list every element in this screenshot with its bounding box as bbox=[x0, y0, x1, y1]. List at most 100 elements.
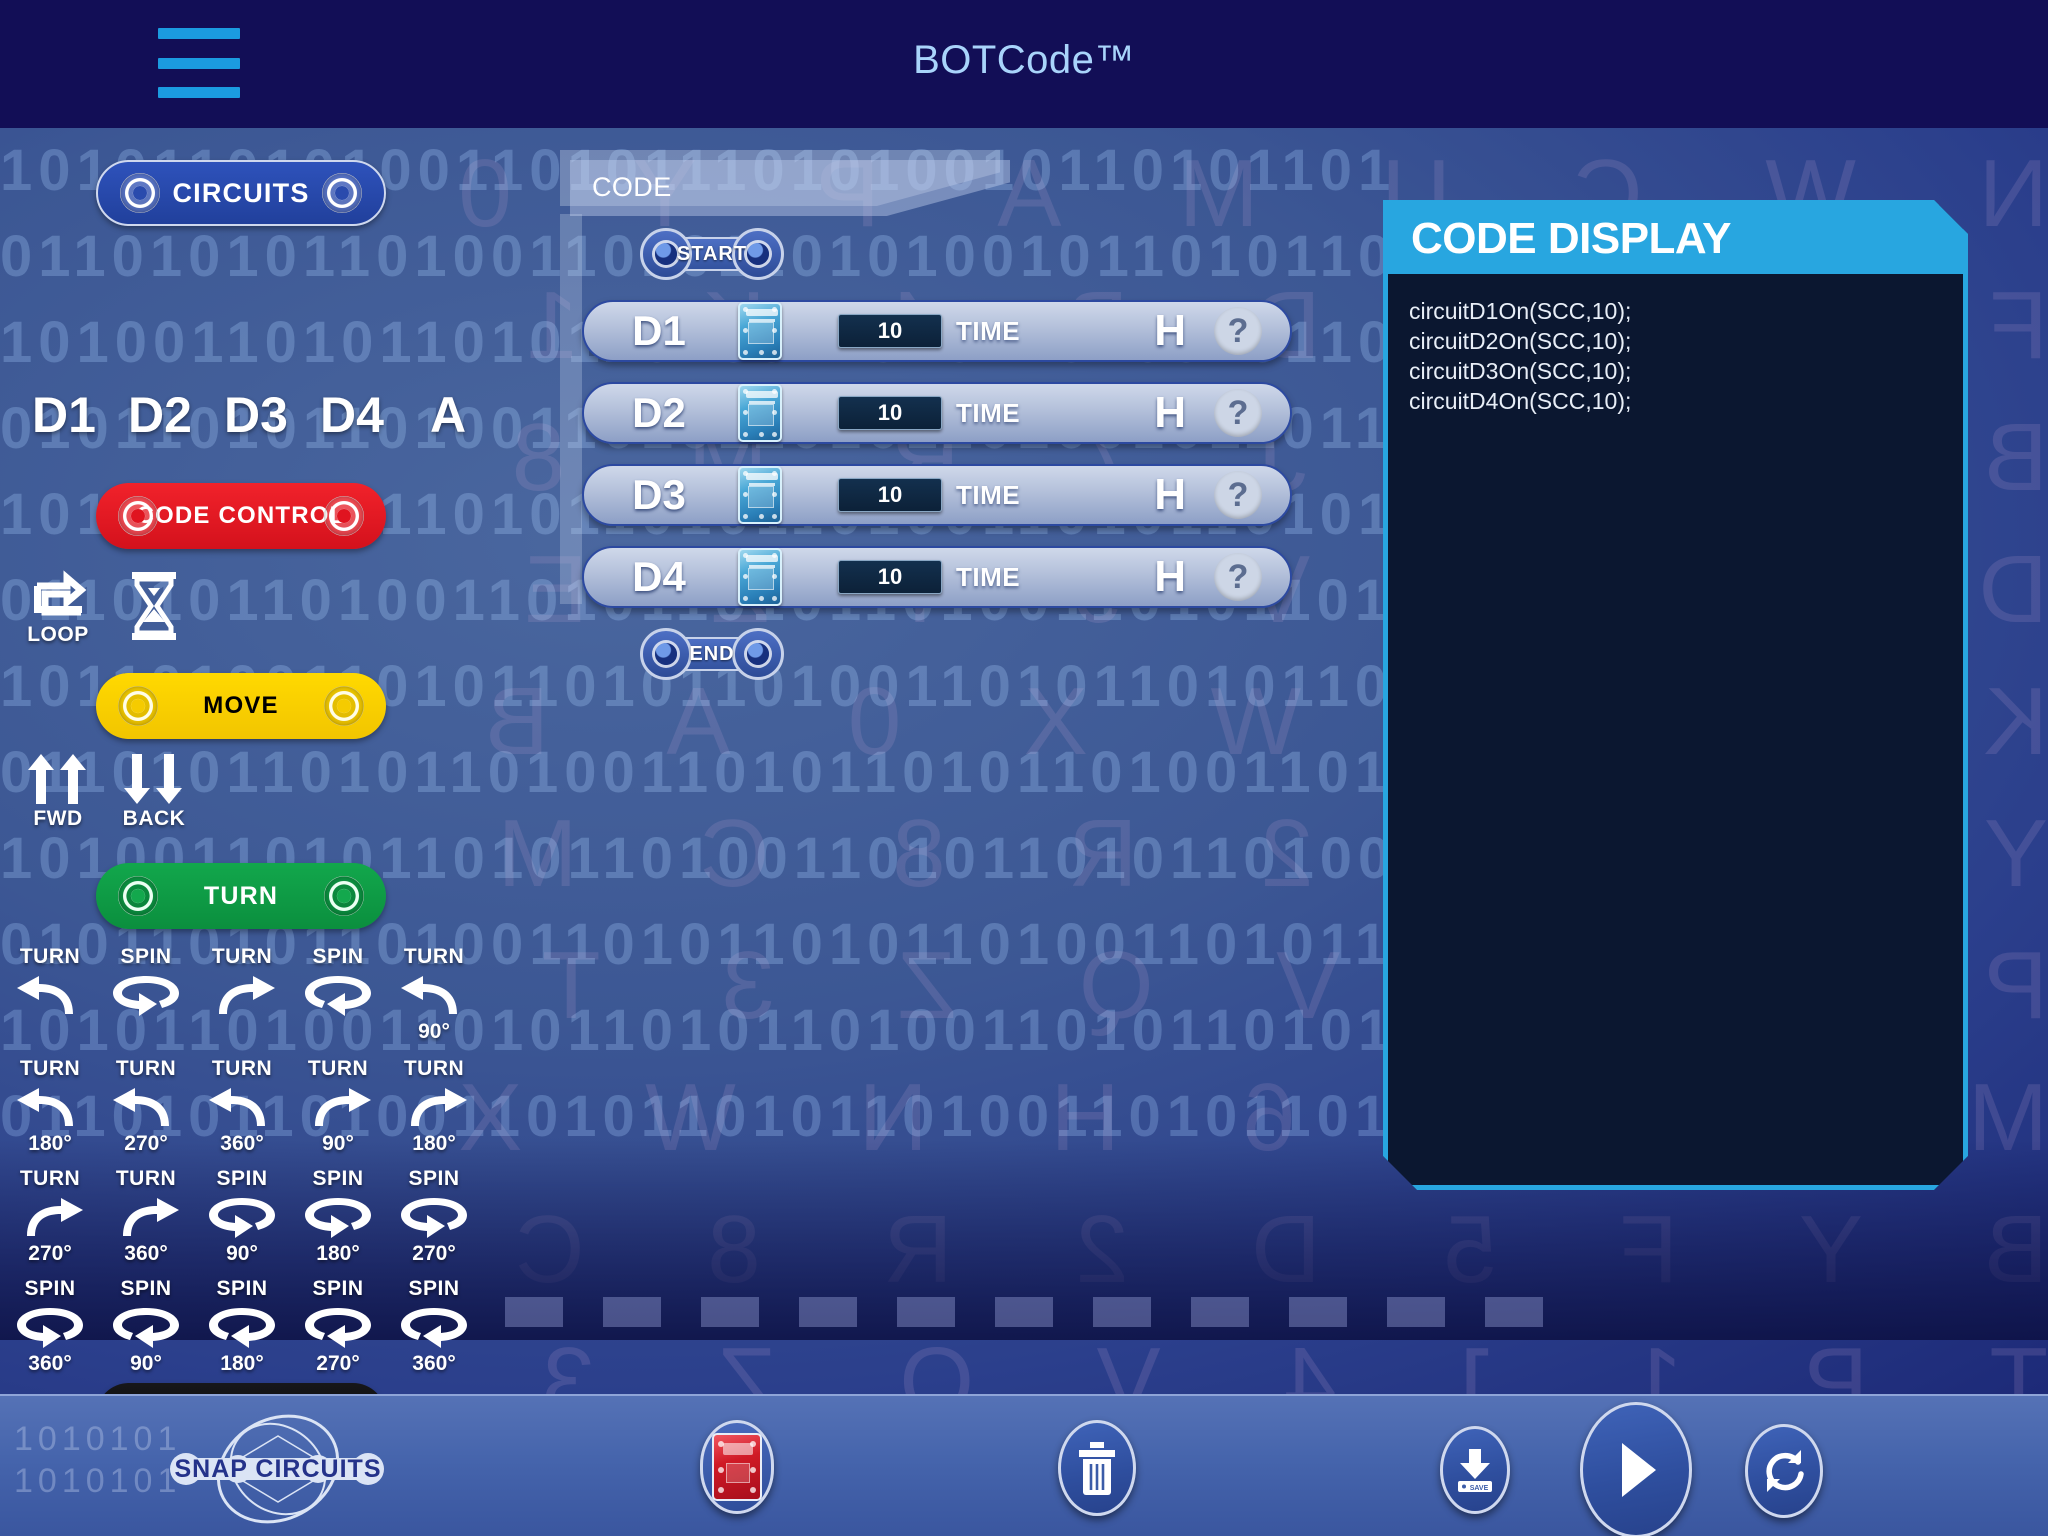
turn-left-icon bbox=[209, 1088, 265, 1126]
command-row-name: D1 bbox=[632, 307, 686, 354]
time-label: TIME bbox=[956, 479, 1021, 510]
time-value-field[interactable]: 10 bbox=[838, 314, 942, 348]
hold-flag[interactable]: H bbox=[1154, 306, 1186, 356]
command-row-name: D3 bbox=[632, 471, 686, 518]
turn-tool-3[interactable]: TURN bbox=[194, 946, 290, 1044]
command-row-d4[interactable]: D4 10 TIME H? bbox=[582, 546, 1292, 608]
circuit-card-icon bbox=[738, 302, 782, 360]
turn-tool-caption: SPIN bbox=[312, 1167, 364, 1190]
trash-button[interactable] bbox=[1058, 1420, 1136, 1516]
refresh-button[interactable] bbox=[1745, 1424, 1823, 1518]
timer-tool[interactable] bbox=[106, 568, 202, 646]
turn-tool-8[interactable]: TURN 360° bbox=[194, 1058, 290, 1156]
turn-tool-5[interactable]: TURN 90° bbox=[386, 946, 482, 1044]
turn-tool-12[interactable]: TURN 360° bbox=[98, 1168, 194, 1266]
turn-tool-caption: SPIN bbox=[408, 1167, 460, 1190]
circuit-tab-d1[interactable]: D1 bbox=[16, 386, 112, 444]
move-icon-row: FWD BACK bbox=[10, 748, 202, 830]
turn-tool-15[interactable]: SPIN 270° bbox=[386, 1168, 482, 1266]
turn-tool-9[interactable]: TURN 90° bbox=[290, 1058, 386, 1156]
hold-flag[interactable]: H bbox=[1154, 388, 1186, 438]
bottom-toolbar: 1010101 1010101 SNAP CIRCUITS SAVE bbox=[0, 1394, 2048, 1536]
time-value-field[interactable]: 10 bbox=[838, 396, 942, 430]
help-icon[interactable]: ? bbox=[1214, 553, 1262, 601]
turn-tool-degrees: 360° bbox=[220, 1132, 264, 1155]
help-icon[interactable]: ? bbox=[1214, 389, 1262, 437]
turn-tool-degrees: 90° bbox=[130, 1352, 162, 1375]
code-tab-label: CODE bbox=[592, 172, 672, 202]
circuit-tab-a[interactable]: A bbox=[400, 386, 496, 444]
turn-right-icon bbox=[411, 1088, 467, 1126]
turn-tool-caption: SPIN bbox=[312, 945, 364, 968]
command-row-name: D2 bbox=[632, 389, 686, 436]
turn-tool-caption: TURN bbox=[19, 1057, 81, 1080]
snap-circuits-logo: SNAP CIRCUITS bbox=[128, 1414, 428, 1524]
play-button[interactable] bbox=[1580, 1402, 1692, 1536]
red-module-icon bbox=[712, 1433, 762, 1501]
time-value-field[interactable]: 10 bbox=[838, 560, 942, 594]
svg-text:SNAP CIRCUITS: SNAP CIRCUITS bbox=[174, 1455, 381, 1483]
turn-tool-caption: TURN bbox=[211, 945, 273, 968]
turn-tool-14[interactable]: SPIN 180° bbox=[290, 1168, 386, 1266]
turn-button[interactable]: TURN bbox=[96, 863, 386, 929]
hold-flag[interactable]: H bbox=[1154, 470, 1186, 520]
circuit-tab-d3[interactable]: D3 bbox=[208, 386, 304, 444]
turn-left-icon bbox=[17, 1088, 73, 1126]
turn-right-icon bbox=[219, 976, 275, 1014]
turn-tool-10[interactable]: TURN 180° bbox=[386, 1058, 482, 1156]
spin-cw-icon bbox=[401, 1198, 467, 1238]
snap-stud-right-icon bbox=[324, 496, 364, 536]
back-caption: BACK bbox=[122, 807, 186, 830]
start-block[interactable]: START bbox=[640, 228, 784, 280]
back-tool[interactable]: BACK bbox=[106, 748, 202, 830]
turn-tool-7[interactable]: TURN 270° bbox=[98, 1058, 194, 1156]
code-canvas: CODE START D1 10 TIME H? D2 10 TIME H? D3 10 TIME H… bbox=[560, 150, 1360, 1300]
forward-tool[interactable]: FWD bbox=[10, 748, 106, 830]
double-arrow-down-icon bbox=[124, 754, 182, 804]
turn-tool-caption: TURN bbox=[307, 1057, 369, 1080]
turn-tool-caption: SPIN bbox=[216, 1167, 268, 1190]
help-icon[interactable]: ? bbox=[1214, 307, 1262, 355]
turn-tool-degrees: 270° bbox=[124, 1132, 168, 1155]
turn-tool-1[interactable]: TURN bbox=[2, 946, 98, 1044]
turn-tool-13[interactable]: SPIN 90° bbox=[194, 1168, 290, 1266]
move-button[interactable]: MOVE bbox=[96, 673, 386, 739]
turn-tool-caption: TURN bbox=[403, 945, 465, 968]
save-button-label: SAVE bbox=[1470, 1485, 1489, 1492]
turn-tool-6[interactable]: TURN 180° bbox=[2, 1058, 98, 1156]
spin-cw-icon bbox=[305, 1198, 371, 1238]
trash-icon bbox=[1079, 1442, 1115, 1495]
help-icon[interactable]: ? bbox=[1214, 471, 1262, 519]
module-button[interactable] bbox=[700, 1420, 774, 1514]
command-row-d2[interactable]: D2 10 TIME H? bbox=[582, 382, 1292, 444]
circuits-button[interactable]: CIRCUITS bbox=[96, 160, 386, 226]
top-bar: BOTCode™ bbox=[0, 0, 2048, 128]
turn-tool-4[interactable]: SPIN bbox=[290, 946, 386, 1044]
turn-tool-degrees: 360° bbox=[28, 1352, 72, 1375]
end-block[interactable]: END bbox=[640, 628, 784, 680]
turn-icon-row-1: TURN SPIN TURN SPIN TURN 90° bbox=[2, 946, 482, 1044]
canvas-bottom-dashes bbox=[0, 1284, 2048, 1340]
circuit-tab-d2[interactable]: D2 bbox=[112, 386, 208, 444]
turn-left-icon bbox=[401, 976, 457, 1014]
page-title: BOTCode™ bbox=[913, 38, 1135, 82]
circuit-card-icon bbox=[738, 548, 782, 606]
time-value-field[interactable]: 10 bbox=[838, 478, 942, 512]
loop-caption: LOOP bbox=[27, 623, 89, 646]
code-tab[interactable]: CODE bbox=[560, 150, 1020, 216]
loop-tool[interactable]: LOOP bbox=[10, 568, 106, 646]
turn-tool-degrees: 360° bbox=[124, 1242, 168, 1265]
save-button[interactable]: SAVE bbox=[1440, 1426, 1510, 1514]
turn-tool-11[interactable]: TURN 270° bbox=[2, 1168, 98, 1266]
canvas-left-rail bbox=[560, 214, 582, 604]
hold-flag[interactable]: H bbox=[1154, 552, 1186, 602]
snap-stud-left-icon bbox=[118, 496, 158, 536]
turn-tool-degrees: 90° bbox=[226, 1242, 258, 1265]
command-row-d1[interactable]: D1 10 TIME H? bbox=[582, 300, 1292, 362]
code-control-button[interactable]: CODE CONTROL bbox=[96, 483, 386, 549]
turn-tool-caption: TURN bbox=[211, 1057, 273, 1080]
circuit-tab-d4[interactable]: D4 bbox=[304, 386, 400, 444]
turn-tool-2[interactable]: SPIN bbox=[98, 946, 194, 1044]
command-row-d3[interactable]: D3 10 TIME H? bbox=[582, 464, 1292, 526]
code-display-panel: CODE DISPLAY circuitD1On(SCC,10); circui… bbox=[1383, 200, 1968, 1190]
